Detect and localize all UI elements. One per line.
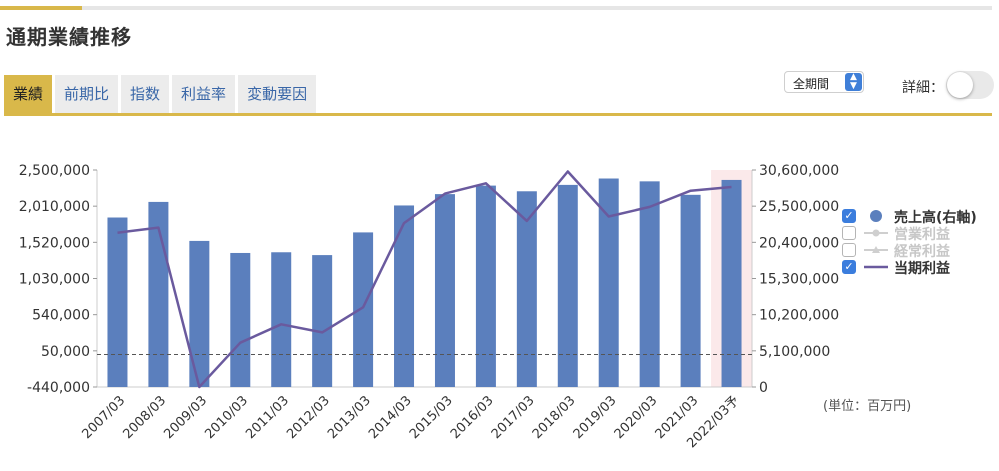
x-axis-category-label: 2009/03: [161, 393, 210, 442]
page-title: 通期業績推移: [6, 25, 132, 49]
tab-margin[interactable]: 利益率: [172, 75, 236, 113]
left-axis-tick-label: 1,520,000: [19, 235, 90, 251]
right-axis-tick-label: 15,300,000: [759, 272, 839, 288]
tab-bar: 業績 前期比 指数 利益率 変動要因: [4, 75, 317, 113]
sales-bar: [557, 184, 578, 387]
x-axis-category-label: 2015/03: [407, 393, 456, 442]
x-axis-category-label: 2020/03: [612, 393, 661, 442]
tab-yoy[interactable]: 前期比: [55, 75, 119, 113]
period-select[interactable]: 全期間 ▲ ▼: [784, 71, 864, 93]
left-axis-tick-label: -440,000: [27, 380, 90, 396]
x-axis-category-label: 2014/03: [366, 393, 415, 442]
x-axis-category-label: 2010/03: [202, 393, 251, 442]
left-axis-tick-label: 2,010,000: [19, 199, 90, 215]
legend-checkbox-ordinary-profit[interactable]: [842, 243, 856, 257]
x-axis-category-label: 2019/03: [571, 393, 620, 442]
detail-label: 詳細：: [902, 80, 944, 96]
tab-factors[interactable]: 変動要因: [238, 75, 317, 113]
sales-bar: [721, 179, 742, 387]
circle-marker-icon: [870, 210, 882, 222]
right-axis-tick-label: 25,500,000: [759, 199, 839, 215]
x-axis-category-label: 2007/03: [79, 393, 128, 442]
legend-item-sales[interactable]: ✓ 売上高(右軸): [842, 207, 992, 226]
sales-bar: [394, 205, 415, 387]
sales-bar: [353, 232, 374, 387]
x-axis-category-label: 2013/03: [325, 393, 374, 442]
up-down-stepper-icon: ▲ ▼: [845, 73, 862, 91]
x-axis-category-label: 2018/03: [530, 393, 579, 442]
right-axis-tick-label: 30,600,000: [759, 163, 839, 179]
detail-toggle[interactable]: [946, 71, 994, 99]
left-axis-tick-label: 1,030,000: [19, 272, 90, 288]
legend-checkbox-sales[interactable]: ✓: [842, 209, 856, 223]
performance-chart: 2,500,000 2,010,000 1,520,000 1,030,000 540,…: [19, 163, 839, 451]
line-marker-icon: [864, 265, 888, 269]
legend-checkbox-net-profit[interactable]: ✓: [842, 260, 856, 274]
legend-checkbox-operating-profit[interactable]: [842, 226, 856, 240]
period-select-value: 全期間: [793, 77, 830, 91]
unit-note: (単位：百万円): [823, 399, 912, 414]
sales-bar: [639, 181, 660, 387]
legend-item-ordinary-profit[interactable]: 経常利益: [842, 241, 992, 260]
toggle-knob: [947, 72, 973, 98]
line-triangle-marker-icon: [864, 246, 888, 253]
line-circle-marker-icon: [864, 229, 888, 237]
sales-bar: [107, 217, 128, 387]
x-axis-category-label: 2016/03: [448, 393, 497, 442]
left-axis-tick-label: 50,000: [41, 344, 90, 360]
sales-bar: [189, 240, 210, 387]
tabs-underline: [4, 113, 992, 116]
sales-bar: [271, 252, 292, 387]
right-axis-tick-label: 10,200,000: [759, 308, 839, 324]
top-progress-bar: [0, 6, 992, 10]
legend-label-net-profit: 当期利益: [894, 261, 950, 277]
x-axis-category-label: 2012/03: [284, 393, 333, 442]
sales-bar: [475, 185, 496, 387]
legend-item-operating-profit[interactable]: 営業利益: [842, 224, 992, 243]
x-axis-category-label: 2017/03: [489, 393, 538, 442]
right-axis-tick-label: 20,400,000: [759, 235, 839, 251]
x-axis-category-label: 2008/03: [120, 393, 169, 442]
top-progress-accent: [0, 6, 82, 10]
tab-index[interactable]: 指数: [121, 75, 170, 113]
sales-bar: [434, 194, 455, 387]
tab-results[interactable]: 業績: [4, 75, 53, 113]
sales-bar: [680, 194, 701, 387]
sales-bar: [230, 252, 251, 387]
right-axis-tick-label: 5,100,000: [759, 344, 830, 360]
left-axis-tick-label: 540,000: [32, 308, 90, 324]
x-axis-category-label: 2011/03: [243, 393, 292, 442]
sales-bar: [312, 255, 333, 387]
right-axis-tick-label: 0: [759, 380, 768, 396]
legend-item-net-profit[interactable]: ✓ 当期利益: [842, 258, 992, 277]
left-axis-tick-label: 2,500,000: [19, 163, 90, 179]
